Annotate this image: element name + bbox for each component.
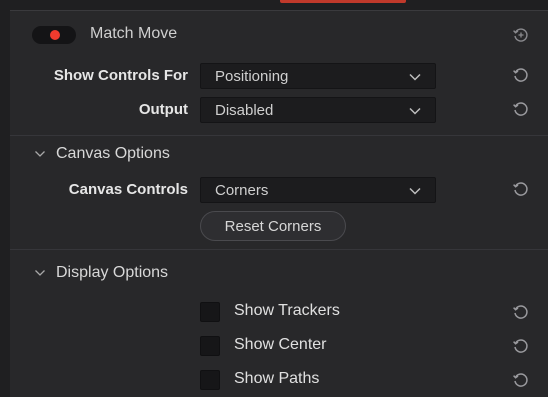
reset-icon[interactable] xyxy=(512,337,530,355)
show-trackers-label: Show Trackers xyxy=(234,302,340,319)
section-divider xyxy=(10,249,548,250)
canvas-controls-value: Corners xyxy=(215,182,269,199)
output-dropdown[interactable]: Disabled xyxy=(200,97,436,123)
canvas-options-section-header[interactable]: Canvas Options xyxy=(34,145,170,163)
toggle-knob xyxy=(50,30,60,40)
output-value: Disabled xyxy=(215,102,274,119)
reset-icon[interactable] xyxy=(512,303,530,321)
display-options-title: Display Options xyxy=(56,264,169,281)
chevron-down-icon xyxy=(409,107,421,115)
chevron-down-icon xyxy=(409,73,421,81)
show-controls-for-dropdown[interactable]: Positioning xyxy=(200,63,436,89)
display-options-section-header[interactable]: Display Options xyxy=(34,264,168,282)
reset-icon[interactable] xyxy=(512,180,530,198)
section-divider xyxy=(10,135,548,136)
reset-icon[interactable] xyxy=(512,66,530,84)
tool-enable-toggle[interactable] xyxy=(32,26,76,44)
inspector-panel: Match Move Show Controls For Positioning… xyxy=(10,10,548,397)
show-trackers-checkbox[interactable] xyxy=(200,302,220,322)
reset-corners-button[interactable]: Reset Corners xyxy=(200,211,346,241)
reset-icon[interactable] xyxy=(512,371,530,389)
chevron-down-icon xyxy=(409,187,421,195)
show-controls-for-label: Show Controls For xyxy=(53,67,188,84)
show-paths-checkbox[interactable] xyxy=(200,370,220,390)
show-paths-label: Show Paths xyxy=(234,370,320,387)
show-center-label: Show Center xyxy=(234,336,327,353)
chevron-down-icon xyxy=(35,151,45,157)
reset-icon[interactable] xyxy=(512,100,530,118)
output-label: Output xyxy=(138,101,188,118)
canvas-options-title: Canvas Options xyxy=(56,145,170,162)
show-controls-for-value: Positioning xyxy=(215,68,289,85)
active-tab-indicator xyxy=(280,0,406,3)
show-center-checkbox[interactable] xyxy=(200,336,220,356)
canvas-controls-dropdown[interactable]: Corners xyxy=(200,177,436,203)
chevron-down-icon xyxy=(35,270,45,276)
reset-plus-icon[interactable] xyxy=(512,26,530,44)
canvas-controls-label: Canvas Controls xyxy=(68,181,188,198)
tool-title: Match Move xyxy=(90,25,178,42)
